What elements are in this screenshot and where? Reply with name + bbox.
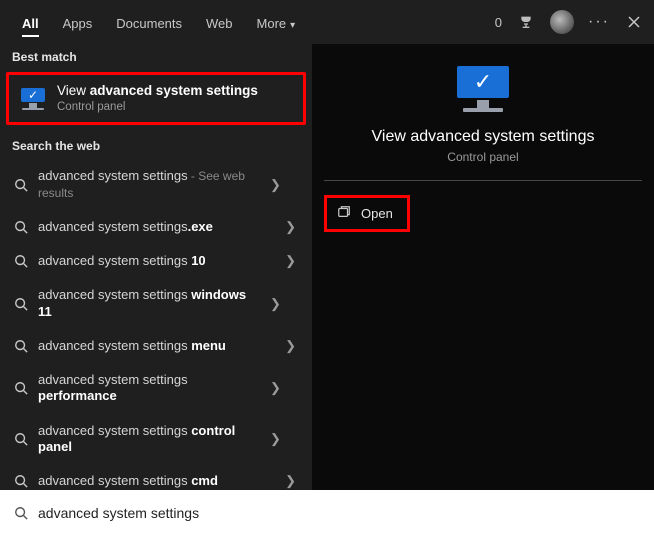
rewards-points[interactable]: 0 (495, 15, 502, 30)
search-icon (14, 220, 28, 234)
search-icon (14, 432, 28, 446)
results-column: Best match ✓ View advanced system settin… (0, 44, 312, 490)
chevron-right-icon[interactable]: ❯ (268, 296, 283, 312)
web-result-item[interactable]: advanced system settings 10 ❯ (0, 244, 312, 278)
web-result-item[interactable]: advanced system settings menu ❯ (0, 329, 312, 363)
search-icon (14, 474, 28, 488)
chevron-right-icon[interactable]: ❯ (268, 380, 283, 396)
tab-more[interactable]: More▾ (245, 6, 308, 39)
chevron-right-icon[interactable]: ❯ (283, 253, 298, 269)
detail-pane: ✓ View advanced system settings Control … (312, 44, 654, 490)
search-web-heading: Search the web (0, 133, 312, 159)
web-result-item[interactable]: advanced system settings cmd ❯ (0, 464, 312, 490)
more-options-button[interactable]: ··· (588, 13, 610, 31)
tab-all[interactable]: All (10, 6, 51, 39)
detail-subtitle: Control panel (447, 150, 518, 164)
close-button[interactable] (624, 12, 644, 32)
web-result-item[interactable]: advanced system settings control panel ❯ (0, 414, 312, 465)
best-match-result[interactable]: ✓ View advanced system settings Control … (6, 72, 306, 125)
open-external-icon (337, 205, 351, 222)
chevron-right-icon[interactable]: ❯ (283, 473, 298, 489)
search-scope-tabs: All Apps Documents Web More▾ 0 ··· (0, 0, 654, 44)
trophy-icon[interactable] (516, 12, 536, 32)
open-label: Open (361, 206, 393, 221)
search-icon (14, 178, 28, 192)
chevron-down-icon: ▾ (290, 20, 295, 31)
chevron-right-icon[interactable]: ❯ (283, 219, 298, 235)
windows-search-panel: All Apps Documents Web More▾ 0 ··· Best … (0, 0, 654, 536)
web-result-item[interactable]: advanced system settings - See web resul… (0, 159, 312, 210)
best-match-heading: Best match (0, 44, 312, 70)
tab-apps[interactable]: Apps (51, 6, 105, 39)
monitor-check-icon: ✓ (19, 88, 47, 110)
web-result-label: advanced system settings control panel (38, 423, 258, 456)
web-result-item[interactable]: advanced system settings performance ❯ (0, 363, 312, 414)
web-result-item[interactable]: advanced system settings.exe ❯ (0, 210, 312, 244)
web-result-label: advanced system settings windows 11 (38, 287, 258, 320)
web-result-label: advanced system settings.exe (38, 219, 273, 235)
search-icon (14, 254, 28, 268)
web-result-label: advanced system settings - See web resul… (38, 168, 258, 201)
tab-documents[interactable]: Documents (104, 6, 194, 39)
web-result-label: advanced system settings 10 (38, 253, 273, 269)
search-icon (14, 506, 28, 520)
detail-title: View advanced system settings (372, 128, 595, 146)
open-button[interactable]: Open (324, 195, 410, 232)
monitor-check-icon: ✓ (453, 66, 513, 112)
tab-web[interactable]: Web (194, 6, 245, 39)
web-result-label: advanced system settings cmd (38, 473, 273, 489)
search-icon (14, 339, 28, 353)
chevron-right-icon[interactable]: ❯ (283, 338, 298, 354)
best-match-subtitle: Control panel (57, 100, 258, 114)
user-avatar[interactable] (550, 10, 574, 34)
search-icon (14, 297, 28, 311)
search-input[interactable] (38, 505, 640, 521)
web-result-label: advanced system settings menu (38, 338, 273, 354)
search-icon (14, 381, 28, 395)
web-results-list: advanced system settings - See web resul… (0, 159, 312, 490)
chevron-right-icon[interactable]: ❯ (268, 177, 283, 193)
best-match-title: View advanced system settings (57, 83, 258, 100)
chevron-right-icon[interactable]: ❯ (268, 431, 283, 447)
web-result-label: advanced system settings performance (38, 372, 258, 405)
web-result-item[interactable]: advanced system settings windows 11 ❯ (0, 278, 312, 329)
search-bar[interactable] (0, 490, 654, 536)
